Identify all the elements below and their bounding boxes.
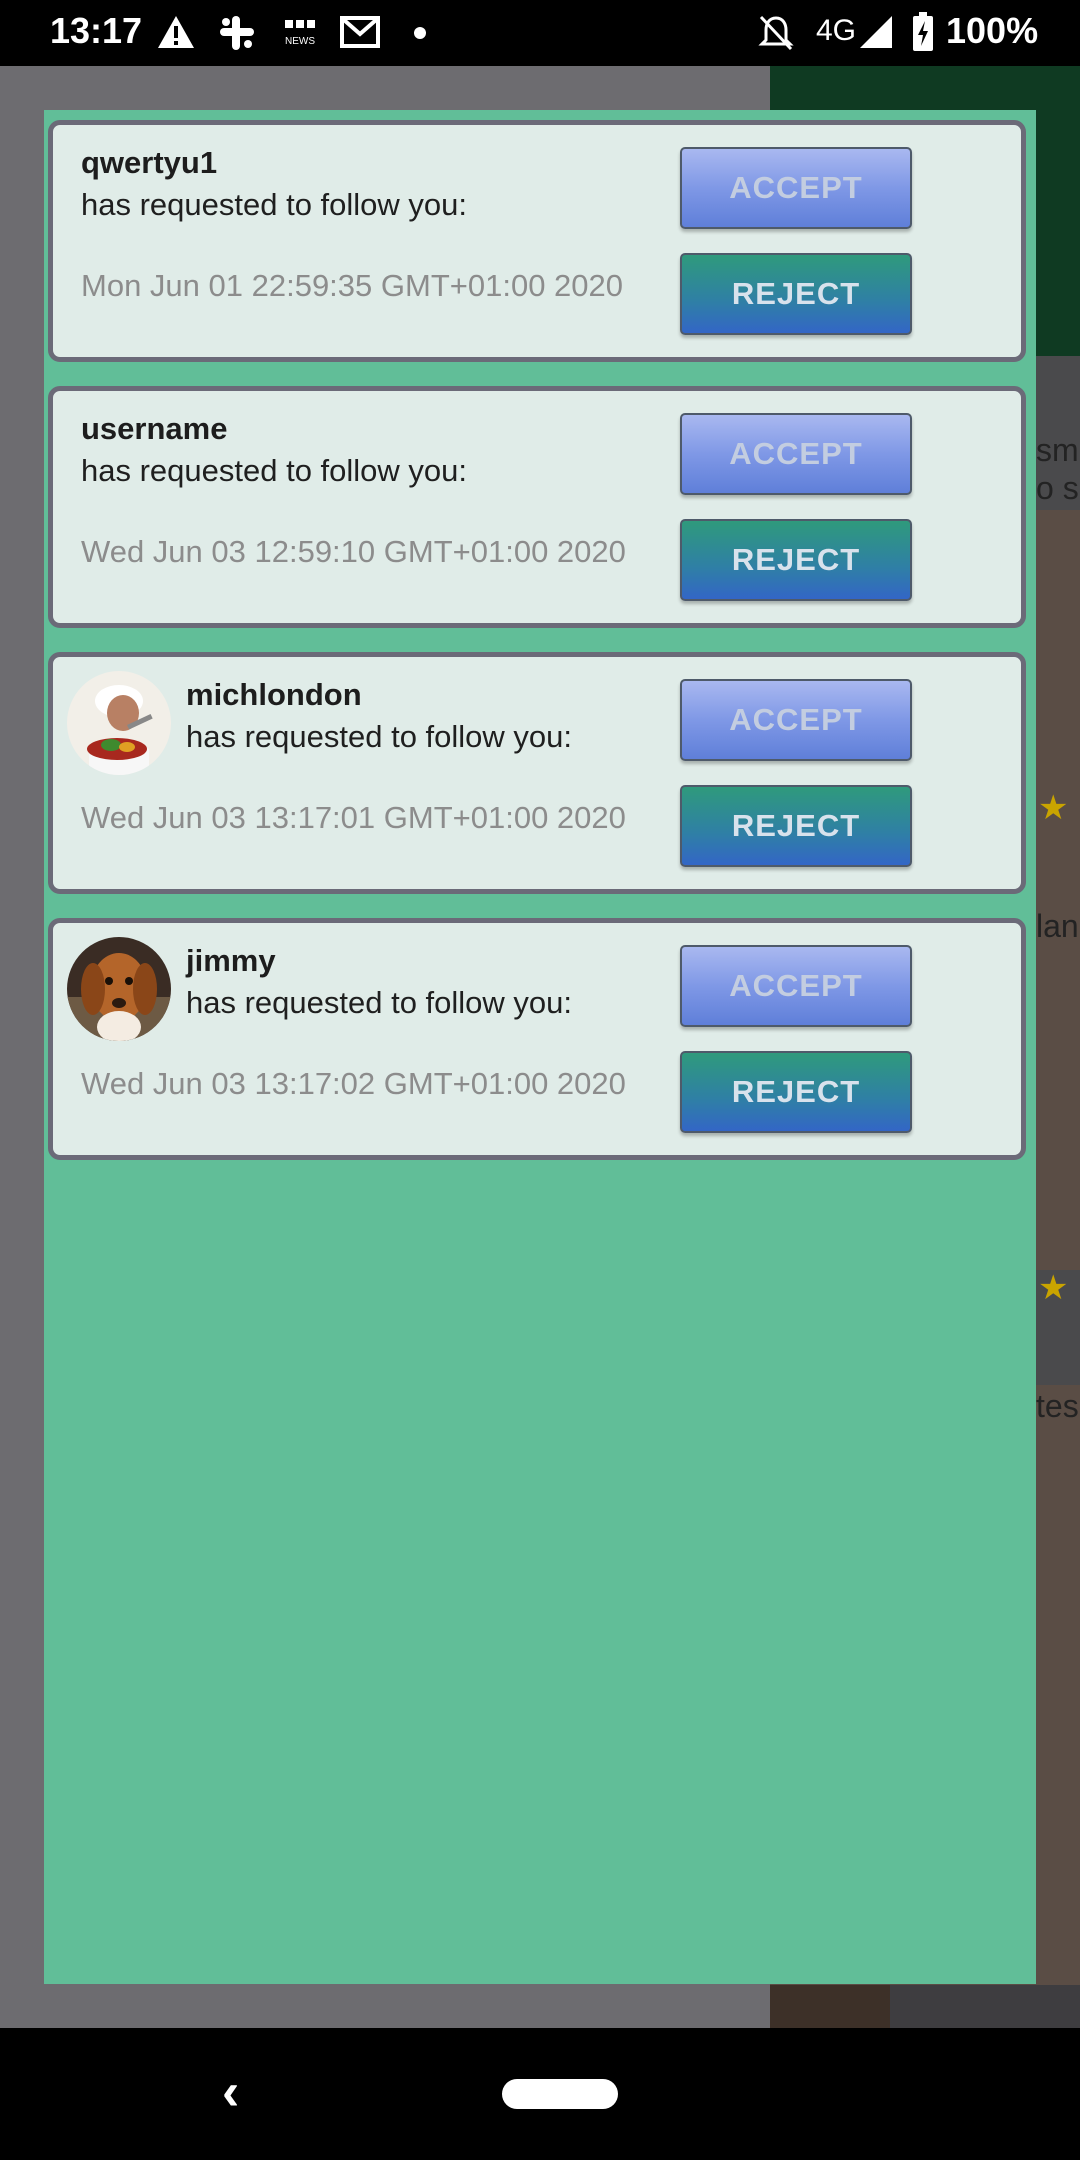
request-message: has requested to follow you: [186, 719, 573, 754]
gmail-icon [340, 14, 380, 55]
requester-username: username [81, 411, 228, 446]
background-recipe-title: sm [1036, 432, 1079, 468]
accept-button[interactable]: ACCEPT [680, 679, 912, 761]
background-recipe-image [770, 1985, 890, 2028]
star-icon: ★ [1038, 1269, 1069, 1307]
signal-icon [858, 14, 894, 55]
follow-request-card: username has requested to follow you: We… [48, 386, 1026, 628]
request-date: Wed Jun 03 13:17:01 GMT+01:00 2020 [81, 800, 626, 835]
slack-icon [218, 14, 256, 57]
reject-button[interactable]: REJECT [680, 253, 912, 335]
bbc-news-icon: NEWS [284, 18, 316, 53]
svg-text:NEWS: NEWS [285, 36, 315, 47]
request-date: Wed Jun 03 13:17:02 GMT+01:00 2020 [81, 1066, 626, 1101]
follow-requests-dialog: qwertyu1 has requested to follow you: Mo… [44, 110, 1036, 1984]
accept-button[interactable]: ACCEPT [680, 413, 912, 495]
follow-request-card: qwertyu1 has requested to follow you: Mo… [48, 120, 1026, 362]
avatar[interactable] [67, 671, 171, 775]
dot-icon [414, 27, 426, 39]
reject-button[interactable]: REJECT [680, 519, 912, 601]
chef-avatar-icon [67, 671, 171, 775]
navigation-bar: ‹ [0, 2028, 1080, 2160]
avatar[interactable] [67, 937, 171, 1041]
requester-username: qwertyu1 [81, 145, 218, 180]
request-message: has requested to follow you: [186, 985, 573, 1020]
background-app-footer [890, 1985, 1080, 2028]
battery-charging-icon [912, 12, 934, 57]
background-recipe-title: tes [1036, 1388, 1079, 1424]
follow-request-card: michlondon has requested to follow you: … [48, 652, 1026, 894]
warning-icon [156, 14, 196, 55]
battery-level: 100% [946, 10, 1039, 51]
star-icon: ★ [1038, 789, 1069, 827]
request-date: Mon Jun 01 22:59:35 GMT+01:00 2020 [81, 268, 624, 303]
dog-avatar-icon [67, 937, 171, 1041]
notifications-off-icon [758, 14, 794, 57]
accept-button[interactable]: ACCEPT [680, 945, 912, 1027]
requester-username: michlondon [186, 677, 362, 712]
status-time: 13:17 [50, 10, 143, 51]
reject-button[interactable]: REJECT [680, 1051, 912, 1133]
request-date: Wed Jun 03 12:59:10 GMT+01:00 2020 [81, 534, 626, 569]
status-bar: 13:17 NEWS 4G 100% [0, 0, 1080, 66]
request-message: has requested to follow you: [81, 187, 468, 222]
back-icon[interactable]: ‹ [222, 2062, 239, 2122]
request-message: has requested to follow you: [81, 453, 468, 488]
reject-button[interactable]: REJECT [680, 785, 912, 867]
follow-request-card: jimmy has requested to follow you: Wed J… [48, 918, 1026, 1160]
home-pill-icon[interactable] [502, 2079, 618, 2109]
accept-button[interactable]: ACCEPT [680, 147, 912, 229]
background-recipe-subtitle: o s [1036, 470, 1079, 506]
background-recipe-title: lan [1036, 908, 1079, 944]
network-type: 4G [816, 14, 857, 47]
requester-username: jimmy [186, 943, 276, 978]
